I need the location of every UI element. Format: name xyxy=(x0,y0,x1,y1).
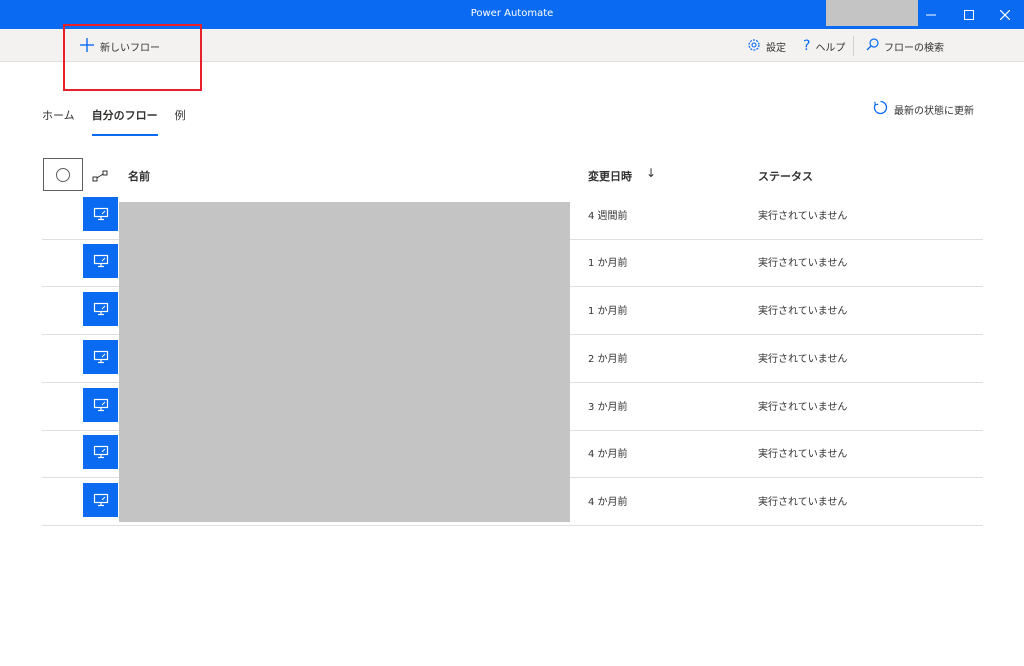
status-cell: 実行されていません xyxy=(758,211,848,222)
gear-icon xyxy=(747,38,761,55)
search-flows-field[interactable]: フローの検索 xyxy=(866,36,944,56)
tab-examples[interactable]: 例 xyxy=(175,107,186,136)
desktop-flow-icon xyxy=(83,340,118,374)
close-icon[interactable] xyxy=(988,0,1022,29)
modified-cell: 1 か月前 xyxy=(588,306,628,317)
refresh-icon xyxy=(873,100,888,118)
status-cell: 実行されていません xyxy=(758,354,848,365)
modified-cell: 4 か月前 xyxy=(588,449,628,460)
desktop-flow-icon xyxy=(83,435,118,469)
search-placeholder: フローの検索 xyxy=(884,42,944,54)
circle-icon xyxy=(56,167,70,182)
minimize-icon[interactable] xyxy=(914,0,948,29)
table-header: 名前 変更日時 ↓ ステータス xyxy=(42,158,983,192)
status-cell: 実行されていません xyxy=(758,402,848,413)
modified-cell: 1 か月前 xyxy=(588,258,628,269)
sort-descending-icon[interactable]: ↓ xyxy=(646,166,656,180)
maximize-icon[interactable] xyxy=(952,0,986,29)
select-all-checkbox[interactable] xyxy=(43,158,83,191)
highlight-box xyxy=(63,24,202,91)
modified-cell: 3 か月前 xyxy=(588,402,628,413)
help-label: ヘルプ xyxy=(815,42,846,54)
modified-cell: 2 か月前 xyxy=(588,354,628,365)
desktop-flow-icon xyxy=(83,388,118,422)
desktop-flow-icon xyxy=(83,197,118,231)
search-icon xyxy=(866,38,879,54)
column-header-name[interactable]: 名前 xyxy=(128,168,150,184)
tab-bar: ホーム 自分のフロー 例 xyxy=(42,107,203,136)
refresh-button[interactable]: 最新の状態に更新 xyxy=(873,100,974,118)
redacted-flow-names xyxy=(119,202,570,522)
tab-my-flows[interactable]: 自分のフロー xyxy=(91,107,158,136)
status-cell: 実行されていません xyxy=(758,449,848,460)
column-header-modified[interactable]: 変更日時 xyxy=(588,168,632,184)
modified-cell: 4 週間前 xyxy=(588,211,628,222)
desktop-flow-icon xyxy=(83,483,118,517)
status-cell: 実行されていません xyxy=(758,497,848,508)
help-button[interactable]: ? ヘルプ xyxy=(803,36,845,56)
modified-cell: 4 か月前 xyxy=(588,497,628,508)
tab-home[interactable]: ホーム xyxy=(42,107,75,136)
column-header-status[interactable]: ステータス xyxy=(758,168,813,184)
desktop-flow-icon xyxy=(83,292,118,326)
status-cell: 実行されていません xyxy=(758,258,848,269)
toolbar-divider xyxy=(853,36,854,56)
redacted-account-area xyxy=(826,0,918,26)
settings-button[interactable]: 設定 xyxy=(747,36,786,56)
status-cell: 実行されていません xyxy=(758,306,848,317)
flow-type-icon xyxy=(92,168,108,187)
settings-label: 設定 xyxy=(766,42,786,54)
refresh-label: 最新の状態に更新 xyxy=(894,105,974,117)
desktop-flow-icon xyxy=(83,244,118,278)
question-icon: ? xyxy=(803,38,811,54)
